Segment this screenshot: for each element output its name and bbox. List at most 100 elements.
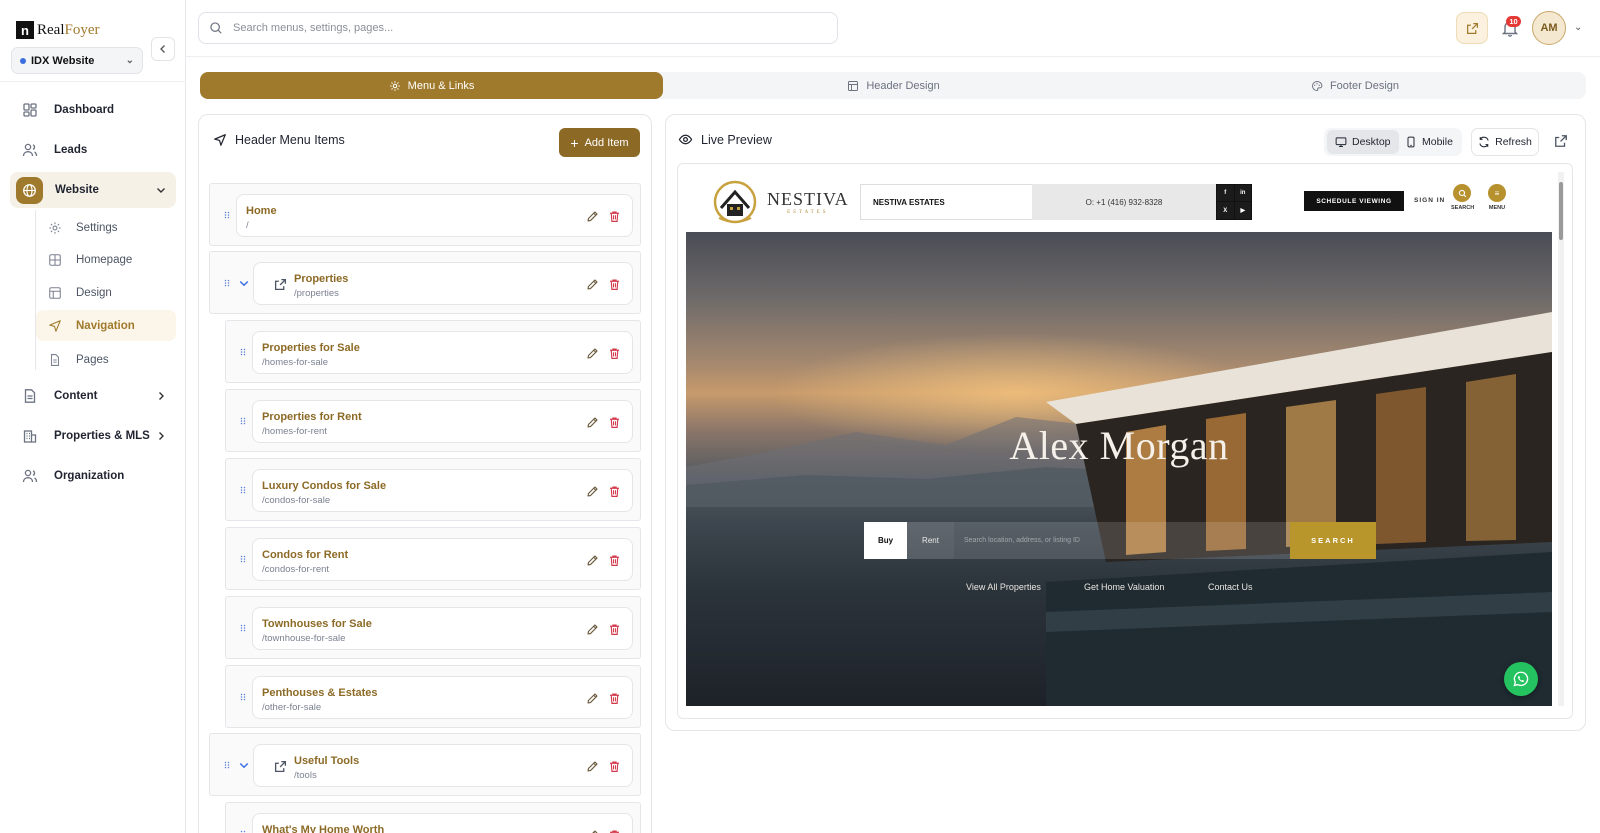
tab-header-design[interactable]: Header Design: [663, 72, 1124, 99]
menu-item-row[interactable]: Townhouses for Sale/townhouse-for-sale: [225, 596, 641, 659]
desktop-view-button[interactable]: Desktop: [1327, 130, 1399, 154]
menu-item-row[interactable]: Penthouses & Estates/other-for-sale: [225, 665, 641, 728]
schedule-viewing-button[interactable]: SCHEDULE VIEWING: [1304, 191, 1404, 211]
chevron-down-icon[interactable]: [238, 759, 250, 771]
drag-handle-icon[interactable]: [239, 623, 247, 633]
drag-handle-icon[interactable]: [239, 554, 247, 564]
hero-link-contact[interactable]: Contact Us: [1208, 582, 1253, 592]
trash-icon[interactable]: [608, 485, 621, 498]
sidebar-item-leads[interactable]: Leads: [10, 132, 176, 168]
global-search[interactable]: [198, 12, 838, 44]
trash-icon[interactable]: [608, 760, 621, 773]
pencil-icon[interactable]: [586, 623, 599, 636]
hero-link-home-valuation[interactable]: Get Home Valuation: [1084, 582, 1164, 592]
trash-icon[interactable]: [608, 829, 621, 833]
phone-box[interactable]: O: +1 (416) 932-8328: [1032, 184, 1216, 220]
trash-icon[interactable]: [608, 347, 621, 360]
trash-icon[interactable]: [608, 623, 621, 636]
menu-item-card[interactable]: Home /: [236, 194, 633, 237]
menu-item-card[interactable]: What's My Home Worth: [252, 813, 633, 833]
buy-toggle[interactable]: Buy: [864, 522, 907, 559]
site-selector[interactable]: IDX Website ⌄: [11, 47, 143, 74]
facebook-icon[interactable]: f: [1217, 185, 1234, 201]
drag-handle-icon[interactable]: [239, 416, 247, 426]
hero-search-button[interactable]: SEARCH: [1290, 522, 1376, 559]
menu-item-card[interactable]: Townhouses for Sale/townhouse-for-sale: [252, 607, 633, 650]
pencil-icon[interactable]: [586, 416, 599, 429]
pencil-icon[interactable]: [586, 692, 599, 705]
sidebar-item-dashboard[interactable]: Dashboard: [10, 92, 176, 128]
sidebar-item-properties-mls[interactable]: Properties & MLS: [10, 418, 176, 454]
sidebar-subitem-design[interactable]: Design: [36, 277, 176, 308]
pencil-icon[interactable]: [586, 278, 599, 291]
collapse-sidebar-button[interactable]: [151, 37, 175, 61]
chevron-down-icon[interactable]: ⌄: [1574, 22, 1582, 33]
menu-item-row[interactable]: Properties/properties: [209, 251, 641, 314]
menu-item-row[interactable]: What's My Home Worth: [225, 802, 641, 833]
menu-item-card[interactable]: Properties for Sale/homes-for-sale: [252, 331, 633, 374]
site-search-button[interactable]: SEARCH: [1451, 184, 1474, 211]
menu-item-card[interactable]: Penthouses & Estates/other-for-sale: [252, 676, 633, 719]
app-logo[interactable]: n RealFoyer: [16, 21, 100, 39]
preview-scrollbar[interactable]: [1558, 172, 1564, 706]
external-link-icon[interactable]: [1554, 134, 1568, 148]
menu-item-row[interactable]: Useful Tools/tools: [209, 733, 641, 796]
search-input[interactable]: [233, 22, 793, 34]
sidebar-subitem-pages[interactable]: Pages: [36, 344, 176, 375]
sidebar-item-website[interactable]: Website: [10, 172, 176, 208]
nestiva-logo[interactable]: NESTIVA ESTATES: [711, 178, 849, 226]
sidebar-subitem-settings[interactable]: Settings: [36, 212, 176, 243]
x-twitter-icon[interactable]: X: [1217, 202, 1234, 219]
menu-item-card[interactable]: Properties for Rent/homes-for-rent: [252, 400, 633, 443]
pencil-icon[interactable]: [586, 210, 599, 223]
sidebar-subitem-homepage[interactable]: Homepage: [36, 244, 176, 275]
site-menu-button[interactable]: ≡ MENU: [1486, 184, 1508, 211]
drag-handle-icon[interactable]: [223, 210, 231, 220]
pencil-icon[interactable]: [586, 347, 599, 360]
drag-handle-icon[interactable]: [223, 760, 231, 770]
sidebar-item-content[interactable]: Content: [10, 378, 176, 414]
sidebar-item-organization[interactable]: Organization: [10, 458, 176, 494]
hero-search-input[interactable]: Search location, address, or listing ID: [954, 522, 1290, 559]
refresh-button[interactable]: Refresh: [1471, 128, 1539, 156]
drag-handle-icon[interactable]: [239, 829, 247, 833]
trash-icon[interactable]: [608, 210, 621, 223]
view-site-button[interactable]: [1456, 12, 1488, 44]
menu-item-row[interactable]: Condos for Rent/condos-for-rent: [225, 527, 641, 590]
menu-item-row[interactable]: Properties for Rent/homes-for-rent: [225, 389, 641, 452]
youtube-icon[interactable]: ▶: [1234, 202, 1251, 219]
chevron-down-icon[interactable]: [238, 277, 250, 289]
trash-icon[interactable]: [608, 416, 621, 429]
pencil-icon[interactable]: [586, 485, 599, 498]
menu-item-card[interactable]: Useful Tools/tools: [253, 744, 633, 787]
drag-handle-icon[interactable]: [239, 485, 247, 495]
tab-menu-links[interactable]: Menu & Links: [200, 72, 663, 99]
avatar[interactable]: AM: [1532, 11, 1566, 45]
menu-item-row[interactable]: Luxury Condos for Sale/condos-for-sale: [225, 458, 641, 521]
pencil-icon[interactable]: [586, 554, 599, 567]
sign-in-link[interactable]: SIGN IN: [1414, 197, 1445, 204]
linkedin-icon[interactable]: in: [1234, 185, 1251, 201]
menu-item-row[interactable]: Home /: [209, 183, 641, 246]
pencil-icon[interactable]: [586, 760, 599, 773]
drag-handle-icon[interactable]: [239, 692, 247, 702]
sidebar-subitem-navigation[interactable]: Navigation: [36, 310, 176, 341]
hero-link-view-all[interactable]: View All Properties: [966, 582, 1041, 592]
add-item-button[interactable]: + Add Item: [559, 128, 640, 157]
drag-handle-icon[interactable]: [223, 278, 231, 288]
trash-icon[interactable]: [608, 554, 621, 567]
drag-handle-icon[interactable]: [239, 347, 247, 357]
trash-icon[interactable]: [608, 692, 621, 705]
menu-item-card[interactable]: Properties/properties: [253, 262, 633, 305]
tab-footer-design[interactable]: Footer Design: [1124, 72, 1586, 99]
scrollbar-thumb[interactable]: [1559, 182, 1563, 240]
menu-item-card[interactable]: Luxury Condos for Sale/condos-for-sale: [252, 469, 633, 512]
whatsapp-button[interactable]: [1504, 662, 1538, 696]
menu-item-row[interactable]: Properties for Sale/homes-for-sale: [225, 320, 641, 383]
mobile-view-button[interactable]: Mobile: [1397, 130, 1461, 154]
menu-item-card[interactable]: Condos for Rent/condos-for-rent: [252, 538, 633, 581]
rent-toggle[interactable]: Rent: [907, 522, 954, 559]
trash-icon[interactable]: [608, 278, 621, 291]
pencil-icon[interactable]: [586, 829, 599, 833]
preview-frame[interactable]: NESTIVA ESTATES NESTIVA ESTATES O: +1 (4…: [677, 163, 1573, 719]
